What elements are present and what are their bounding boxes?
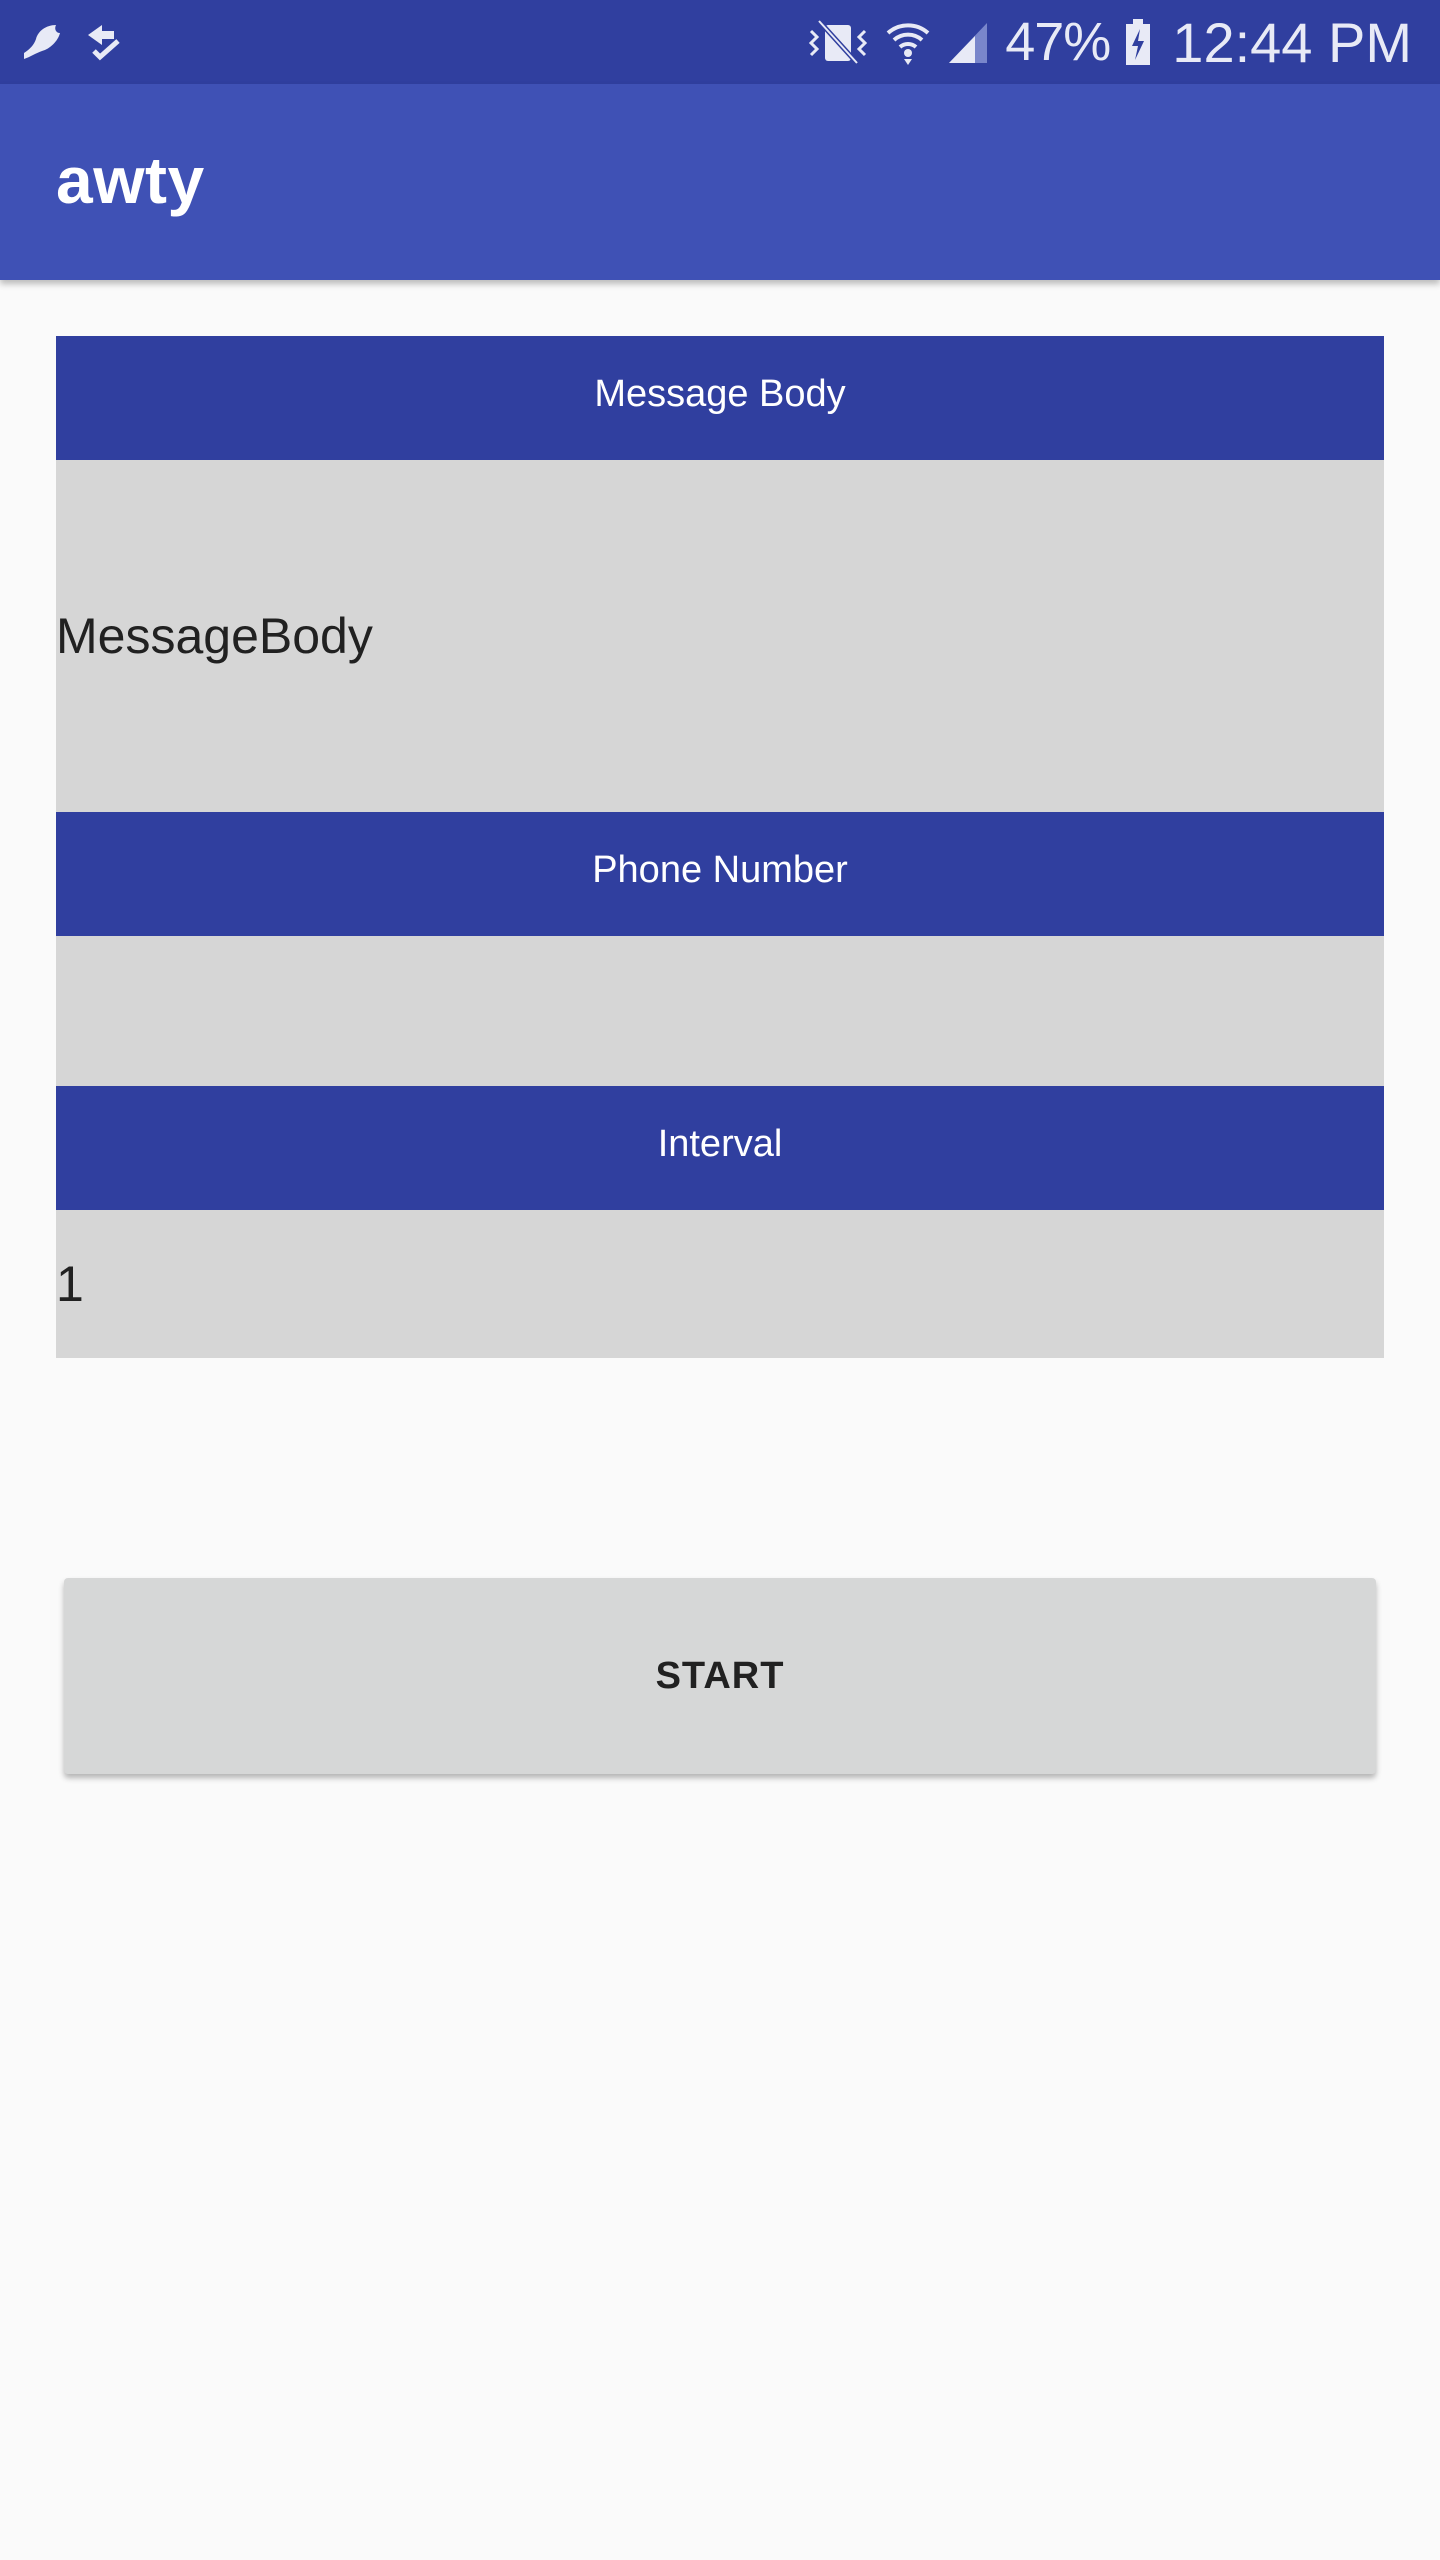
status-bar-left-icons <box>20 14 126 70</box>
phone-number-header: Phone Number <box>56 812 1384 936</box>
message-body-field[interactable]: MessageBody <box>56 460 1384 812</box>
battery-charging-icon <box>1124 17 1152 67</box>
message-body-header: Message Body <box>56 336 1384 460</box>
status-clock: 12:44 PM <box>1172 10 1412 74</box>
message-body-value: MessageBody <box>56 608 373 664</box>
sync-check-icon <box>80 19 126 65</box>
app-notification-icon <box>20 19 66 65</box>
phone-number-field[interactable] <box>56 936 1384 1086</box>
interval-header: Interval <box>56 1086 1384 1210</box>
battery-percent: 47% <box>1005 12 1111 72</box>
vibrate-mute-icon <box>805 17 871 67</box>
start-button[interactable]: START <box>64 1578 1376 1774</box>
wifi-icon <box>885 17 931 67</box>
status-bar-right: 47% 12:44 PM <box>805 10 1412 74</box>
app-bar: awty <box>0 84 1440 280</box>
app-title: awty <box>56 143 205 217</box>
interval-field[interactable]: 1 <box>56 1210 1384 1358</box>
cell-signal-icon <box>945 17 991 67</box>
interval-value: 1 <box>56 1256 84 1312</box>
status-bar: 47% 12:44 PM <box>0 0 1440 84</box>
